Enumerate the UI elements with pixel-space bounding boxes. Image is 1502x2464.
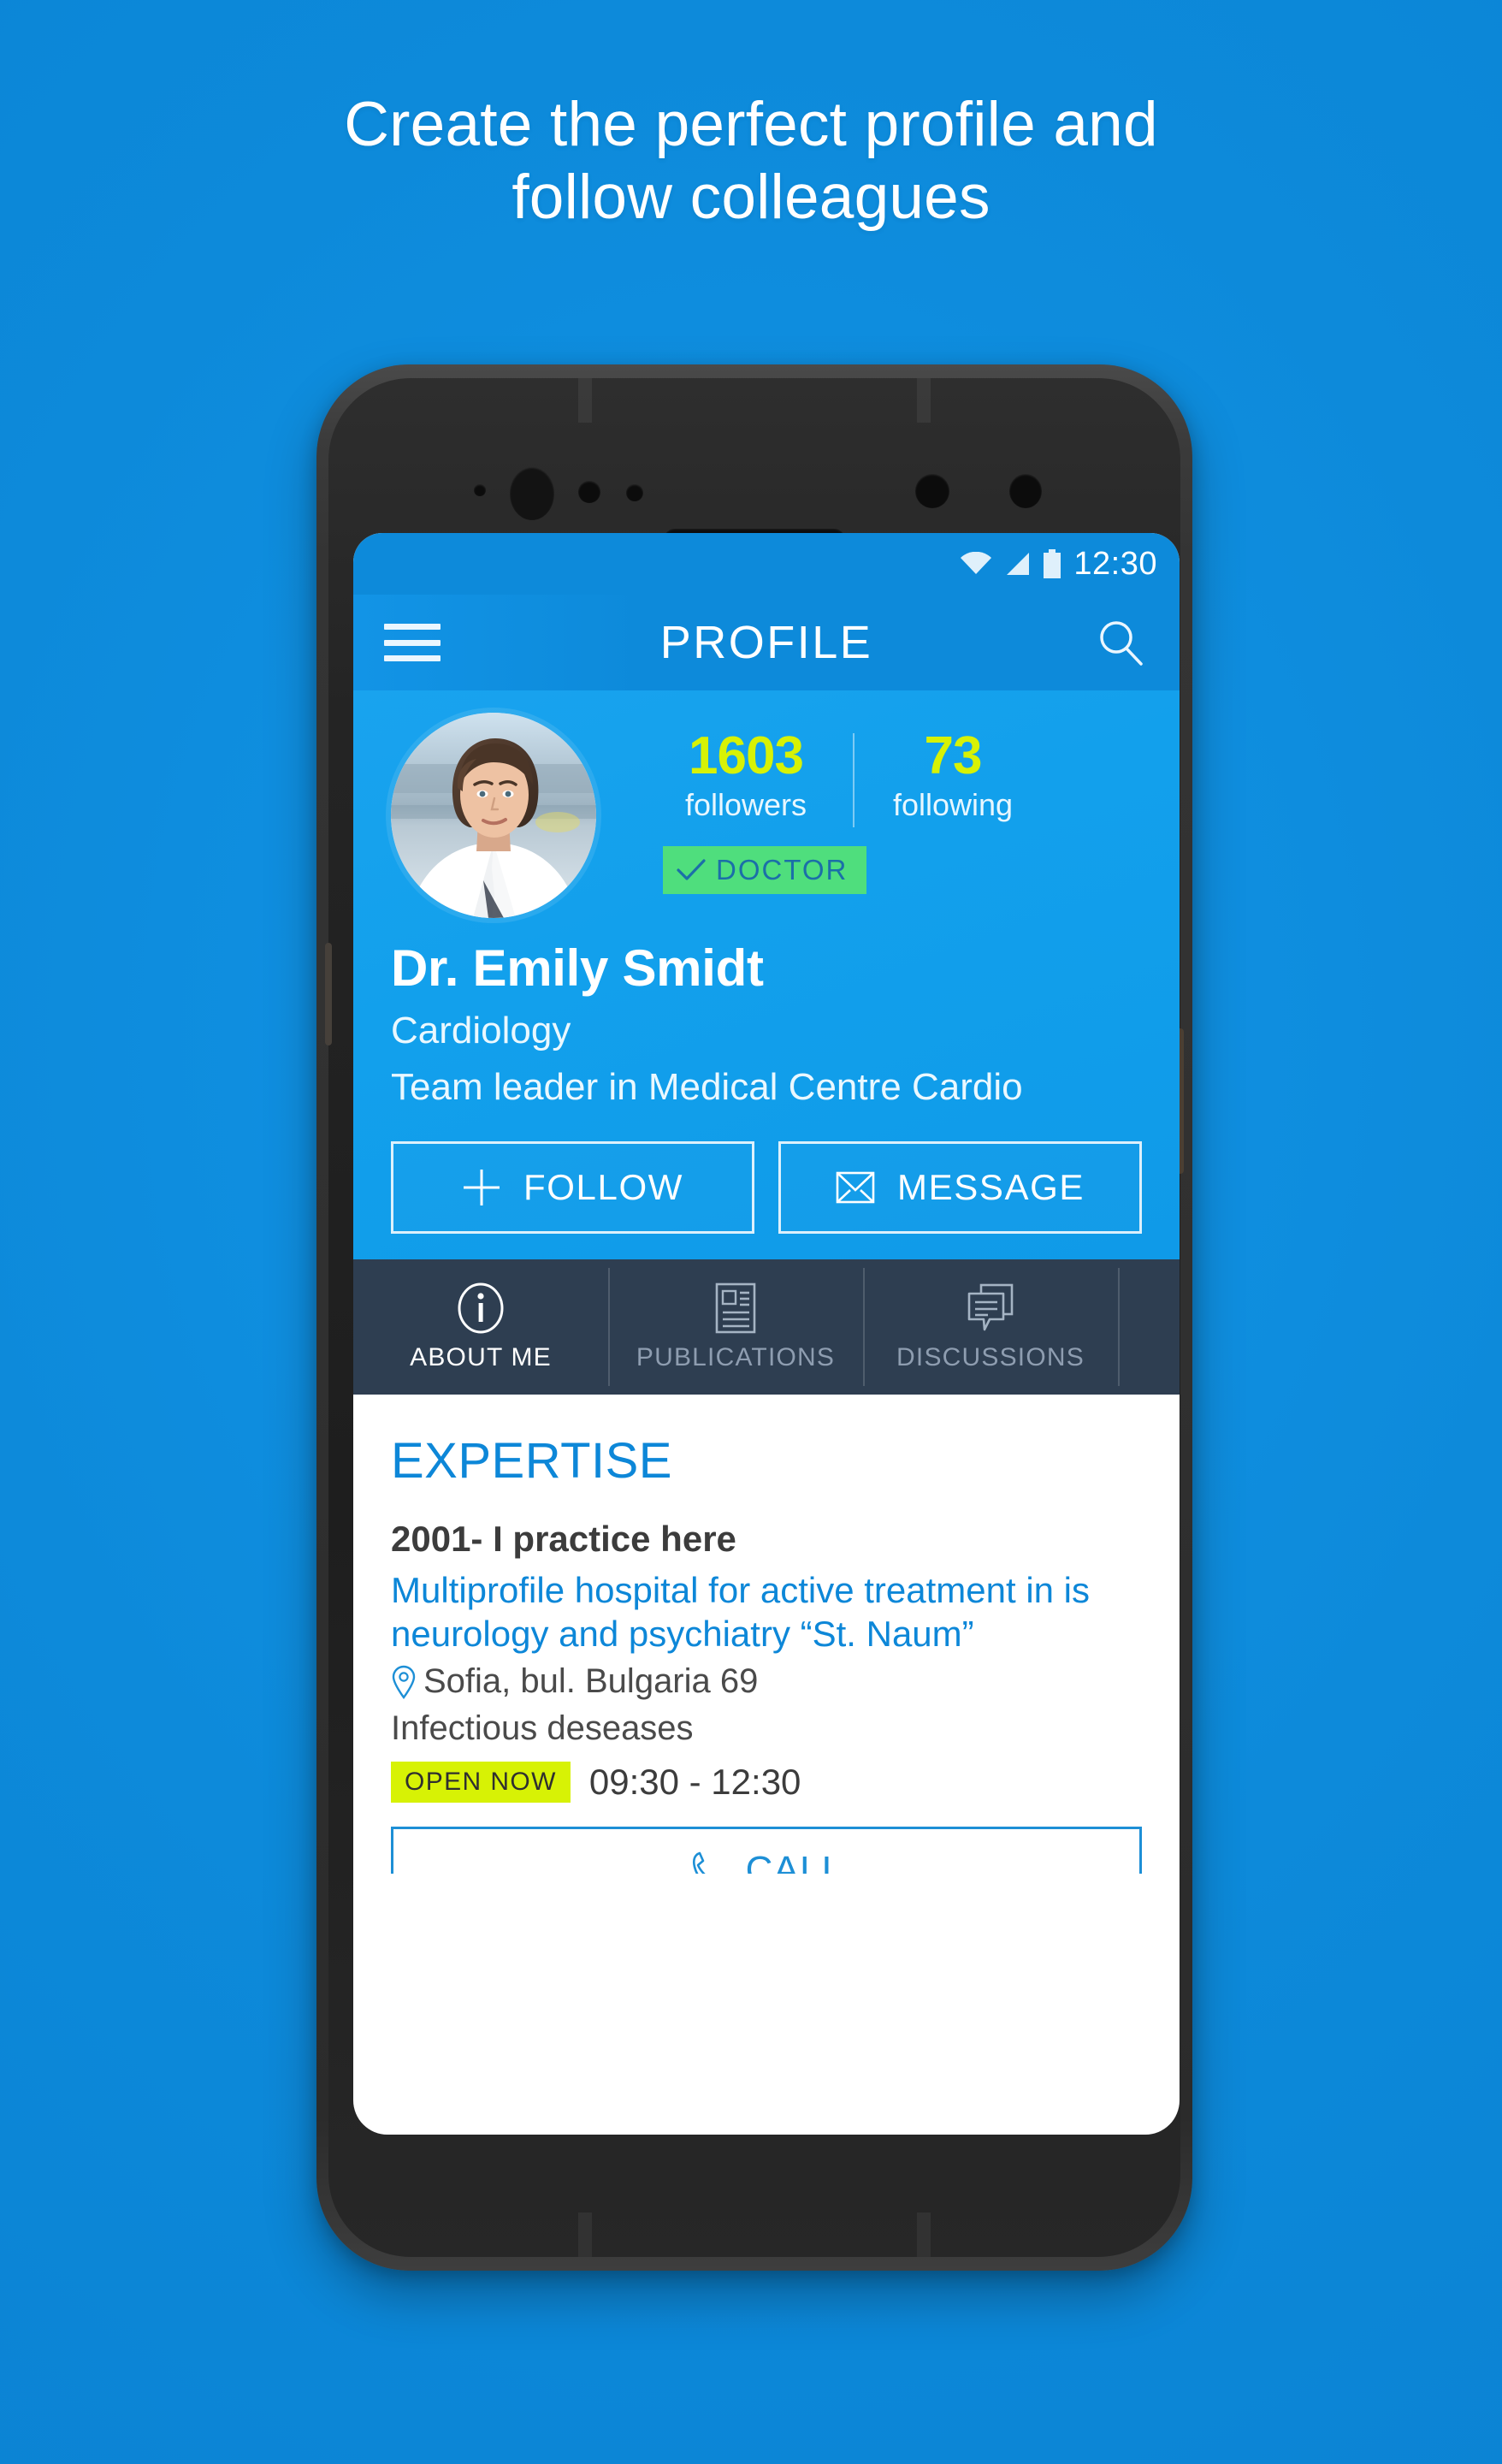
status-bar-clock: 12:30 <box>1073 545 1157 582</box>
cellular-signal-icon <box>1007 553 1030 575</box>
profile-role: Team leader in Medical Centre Cardio <box>391 1066 1023 1108</box>
follow-button-label: FOLLOW <box>523 1167 683 1207</box>
message-button-label: MESSAGE <box>897 1167 1085 1207</box>
location-pin-icon <box>392 1665 416 1699</box>
proximity-sensor-icon <box>474 484 486 496</box>
entry-hours: 09:30 - 12:30 <box>588 1762 801 1803</box>
check-icon <box>677 859 706 880</box>
profile-header: 1603 followers 73 following DOCTOR Dr. E… <box>353 690 1180 1259</box>
followers-count: 1603 <box>689 726 804 785</box>
entry-year: 2001- I practice here <box>391 1519 736 1559</box>
ir-sensor-icon <box>626 484 643 501</box>
plus-icon <box>464 1170 500 1205</box>
antenna-line <box>917 2212 931 2257</box>
tab-publications[interactable]: PUBLICATIONS <box>608 1259 863 1395</box>
page-title: Create the perfect profile and follow co… <box>0 89 1502 234</box>
call-button[interactable]: CALL <box>391 1827 1142 1874</box>
open-now-badge: OPEN NOW <box>391 1762 571 1804</box>
phone-handset-icon <box>692 1852 705 1874</box>
profile-actions: FOLLOW MESSAGE <box>391 1141 1142 1234</box>
tab-publications-label: PUBLICATIONS <box>636 1343 836 1371</box>
app-bar-title: PROFILE <box>659 617 873 668</box>
secondary-camera-icon <box>1009 474 1042 508</box>
phone-screen: 12:30 PROFILE 1603 followers 73 followin… <box>353 533 1180 2135</box>
profile-stats: 1603 followers 73 following DOCTOR <box>596 713 1142 894</box>
tab-events[interactable]: EVE <box>1118 1259 1180 1395</box>
page-title-line-1: Create the perfect profile and <box>344 90 1158 159</box>
app-bar: PROFILE <box>353 595 1180 690</box>
hamburger-menu-icon[interactable] <box>384 624 441 661</box>
entry-hours-row: OPEN NOW 09:30 - 12:30 <box>391 1762 1142 1804</box>
status-badge-label: DOCTOR <box>716 854 849 886</box>
antenna-line <box>917 378 931 423</box>
envelope-icon <box>836 1171 875 1204</box>
following-count: 73 <box>924 726 983 785</box>
status-bar: 12:30 <box>353 533 1180 595</box>
stat-followers[interactable]: 1603 followers <box>639 728 853 823</box>
page-title-line-2: follow colleagues <box>512 162 990 232</box>
search-icon[interactable] <box>1096 618 1145 667</box>
expertise-entry: 2001- I practice here Multiprofile hospi… <box>391 1519 1142 1874</box>
stat-following[interactable]: 73 following <box>854 728 1051 823</box>
tab-discussions[interactable]: DISCUSSIONS <box>863 1259 1118 1395</box>
antenna-line <box>578 2212 592 2257</box>
battery-icon <box>1044 549 1061 578</box>
entry-organization[interactable]: Multiprofile hospital for active treatme… <box>391 1568 1142 1656</box>
tab-discussions-label: DISCUSSIONS <box>896 1343 1085 1371</box>
antenna-line <box>578 378 592 423</box>
profile-specialty: Cardiology <box>391 1010 571 1051</box>
about-me-content: EXPERTISE 2001- I practice here Multipro… <box>353 1395 1180 1874</box>
section-title: EXPERTISE <box>391 1433 672 1489</box>
profile-name: Dr. Emily Smidt <box>391 939 764 997</box>
tab-about-me[interactable]: ABOUT ME <box>353 1259 608 1395</box>
followers-label: followers <box>684 787 807 823</box>
iris-scanner-icon <box>915 474 949 508</box>
avatar-photo <box>391 713 596 918</box>
volume-button[interactable] <box>325 943 332 1045</box>
front-camera-icon <box>510 467 554 520</box>
wifi-icon <box>961 552 992 574</box>
entry-department: Infectious deseases <box>391 1709 694 1748</box>
call-button-label: CALL <box>745 1849 844 1874</box>
comments-icon <box>966 1282 1015 1335</box>
message-button[interactable]: MESSAGE <box>778 1141 1142 1234</box>
phone-bezel: 12:30 PROFILE 1603 followers 73 followin… <box>325 378 1184 2257</box>
entry-address: Sofia, bul. Bulgaria 69 <box>391 1662 1142 1701</box>
follow-button[interactable]: FOLLOW <box>391 1141 754 1234</box>
article-icon <box>712 1282 760 1335</box>
tab-bar: ABOUT ME PUBLICATIONS DISCUSSIONS <box>353 1259 1180 1395</box>
following-label: following <box>892 787 1014 823</box>
front-sensor-cluster <box>328 440 1180 551</box>
avatar[interactable] <box>391 713 596 918</box>
phone-mockup: 12:30 PROFILE 1603 followers 73 followin… <box>316 364 1192 2271</box>
info-circle-icon <box>455 1282 506 1335</box>
status-badge: DOCTOR <box>663 846 867 894</box>
tab-about-me-label: ABOUT ME <box>410 1343 552 1371</box>
light-sensor-icon <box>578 481 600 503</box>
entry-address-text: Sofia, bul. Bulgaria 69 <box>423 1662 759 1701</box>
